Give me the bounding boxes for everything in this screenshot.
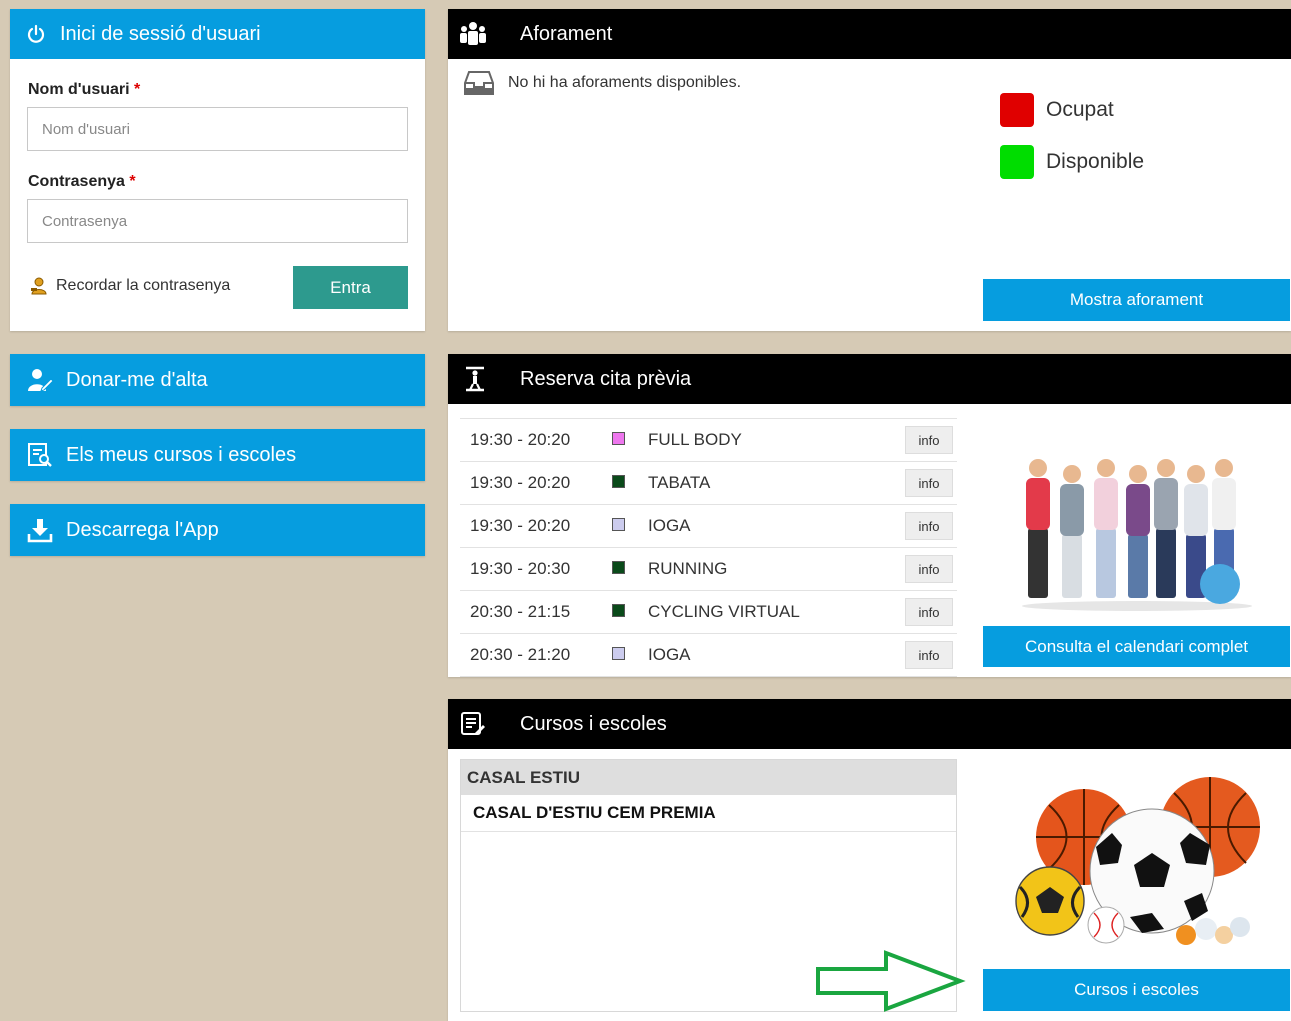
- remember-password-link[interactable]: Recordar la contrasenya: [28, 276, 230, 296]
- fitness-ball: [1200, 564, 1240, 604]
- sidebar-item-label: Descarrega l'App: [66, 518, 219, 541]
- arrow-right-icon: [814, 949, 966, 1013]
- legend-occupied: Ocupat: [1000, 93, 1114, 127]
- info-button[interactable]: info: [905, 555, 953, 583]
- table-row: 20:30 - 21:15 CYCLING VIRTUAL info: [460, 590, 957, 634]
- info-button[interactable]: info: [905, 426, 953, 454]
- capacity-title: Aforament: [520, 22, 613, 45]
- course-list-icon: [458, 711, 488, 737]
- activity-color-swatch: [612, 647, 625, 660]
- courses-header: Cursos i escoles: [448, 699, 1291, 749]
- sidebar-item-my-courses[interactable]: Els meus cursos i escoles: [10, 429, 425, 481]
- row-info: info: [901, 633, 957, 677]
- password-input[interactable]: [27, 199, 408, 243]
- booking-panel: Reserva cita prèvia 19:30 - 20:20 FULL BO…: [448, 354, 1291, 677]
- row-activity: IOGA: [648, 504, 901, 548]
- login-panel: Inici de sessió d'usuari Nom d'usuari * …: [10, 9, 425, 331]
- row-color: [612, 547, 648, 591]
- info-button[interactable]: info: [905, 641, 953, 669]
- row-color: [612, 633, 648, 677]
- capacity-panel: Aforament No hi ha aforaments disponible…: [448, 9, 1291, 331]
- show-capacity-button[interactable]: Mostra aforament: [983, 279, 1290, 321]
- list-item[interactable]: CASAL D'ESTIU CEM PREMIA: [461, 795, 956, 832]
- booking-header: Reserva cita prèvia: [448, 354, 1291, 404]
- username-label: Nom d'usuari *: [28, 81, 141, 98]
- courses-group-header: CASAL ESTIU: [461, 760, 956, 795]
- course-search-icon: [22, 441, 58, 469]
- sidebar-item-download-app[interactable]: Descarrega l'App: [10, 504, 425, 556]
- courses-schools-button[interactable]: Cursos i escoles: [983, 969, 1290, 1011]
- person-figure: [1154, 459, 1178, 598]
- table-row: 19:30 - 20:20 TABATA info: [460, 461, 957, 505]
- row-time: 19:30 - 20:20: [460, 504, 612, 548]
- capacity-empty-row: No hi ha aforaments disponibles.: [462, 69, 741, 97]
- sports-balls-image: [1014, 775, 1260, 947]
- power-icon: [24, 24, 48, 44]
- login-header: Inici de sessió d'usuari: [10, 9, 425, 59]
- person-figure: [1126, 465, 1150, 598]
- row-color: [612, 504, 648, 548]
- row-info: info: [901, 590, 957, 634]
- row-color: [612, 590, 648, 634]
- row-info: info: [901, 547, 957, 591]
- row-info: info: [901, 504, 957, 548]
- row-time: 20:30 - 21:20: [460, 633, 612, 677]
- activity-color-swatch: [612, 604, 625, 617]
- legend-occupied-swatch: [1000, 93, 1034, 127]
- activity-color-swatch: [612, 432, 625, 445]
- row-time: 19:30 - 20:20: [460, 461, 612, 505]
- person-figure: [1026, 459, 1050, 598]
- activity-color-swatch: [612, 561, 625, 574]
- full-calendar-button[interactable]: Consulta el calendari complet: [983, 626, 1290, 667]
- required-mark: *: [129, 173, 136, 190]
- table-row: 19:30 - 20:20 FULL BODY info: [460, 418, 957, 462]
- row-activity: FULL BODY: [648, 418, 901, 462]
- people-group-icon: [458, 21, 488, 47]
- legend-available: Disponible: [1000, 145, 1144, 179]
- sidebar-item-label: Els meus cursos i escoles: [66, 443, 297, 466]
- row-info: info: [901, 418, 957, 462]
- capacity-header: Aforament: [448, 9, 1291, 59]
- legend-available-swatch: [1000, 145, 1034, 179]
- row-info: info: [901, 461, 957, 505]
- key-user-icon: [28, 276, 50, 296]
- capacity-empty-message: No hi ha aforaments disponibles.: [508, 74, 742, 91]
- login-title: Inici de sessió d'usuari: [60, 22, 261, 45]
- activity-color-swatch: [612, 518, 625, 531]
- row-activity: CYCLING VIRTUAL: [648, 590, 901, 634]
- courses-title: Cursos i escoles: [520, 712, 667, 735]
- login-submit-button[interactable]: Entra: [293, 266, 408, 309]
- download-icon: [22, 516, 58, 544]
- info-button[interactable]: info: [905, 512, 953, 540]
- person-figure: [1060, 465, 1084, 598]
- table-row: 19:30 - 20:20 IOGA info: [460, 504, 957, 548]
- table-row: 20:30 - 21:20 IOGA info: [460, 633, 957, 677]
- activity-color-swatch: [612, 475, 625, 488]
- row-time: 20:30 - 21:15: [460, 590, 612, 634]
- info-button[interactable]: info: [905, 469, 953, 497]
- sidebar-item-label: Donar-me d'alta: [66, 368, 208, 391]
- sidebar-item-register[interactable]: Donar-me d'alta: [10, 354, 425, 406]
- password-label: Contrasenya *: [28, 173, 136, 190]
- row-activity: IOGA: [648, 633, 901, 677]
- row-time: 19:30 - 20:20: [460, 418, 612, 462]
- person-figure: [1094, 459, 1118, 598]
- username-input[interactable]: [27, 107, 408, 151]
- required-mark: *: [134, 81, 141, 98]
- row-color: [612, 418, 648, 462]
- row-activity: RUNNING: [648, 547, 901, 591]
- row-time: 19:30 - 20:30: [460, 547, 612, 591]
- gym-person-icon: [460, 365, 490, 393]
- table-row: 19:30 - 20:30 RUNNING info: [460, 547, 957, 591]
- booking-table: 19:30 - 20:20 FULL BODY info 19:30 - 20:20 T…: [460, 418, 957, 677]
- info-button[interactable]: info: [905, 598, 953, 626]
- empty-tray-icon: [462, 69, 496, 97]
- booking-title: Reserva cita prèvia: [520, 367, 692, 390]
- fitness-group-image: [1020, 424, 1254, 612]
- user-edit-icon: [22, 366, 58, 394]
- row-activity: TABATA: [648, 461, 901, 505]
- row-color: [612, 461, 648, 505]
